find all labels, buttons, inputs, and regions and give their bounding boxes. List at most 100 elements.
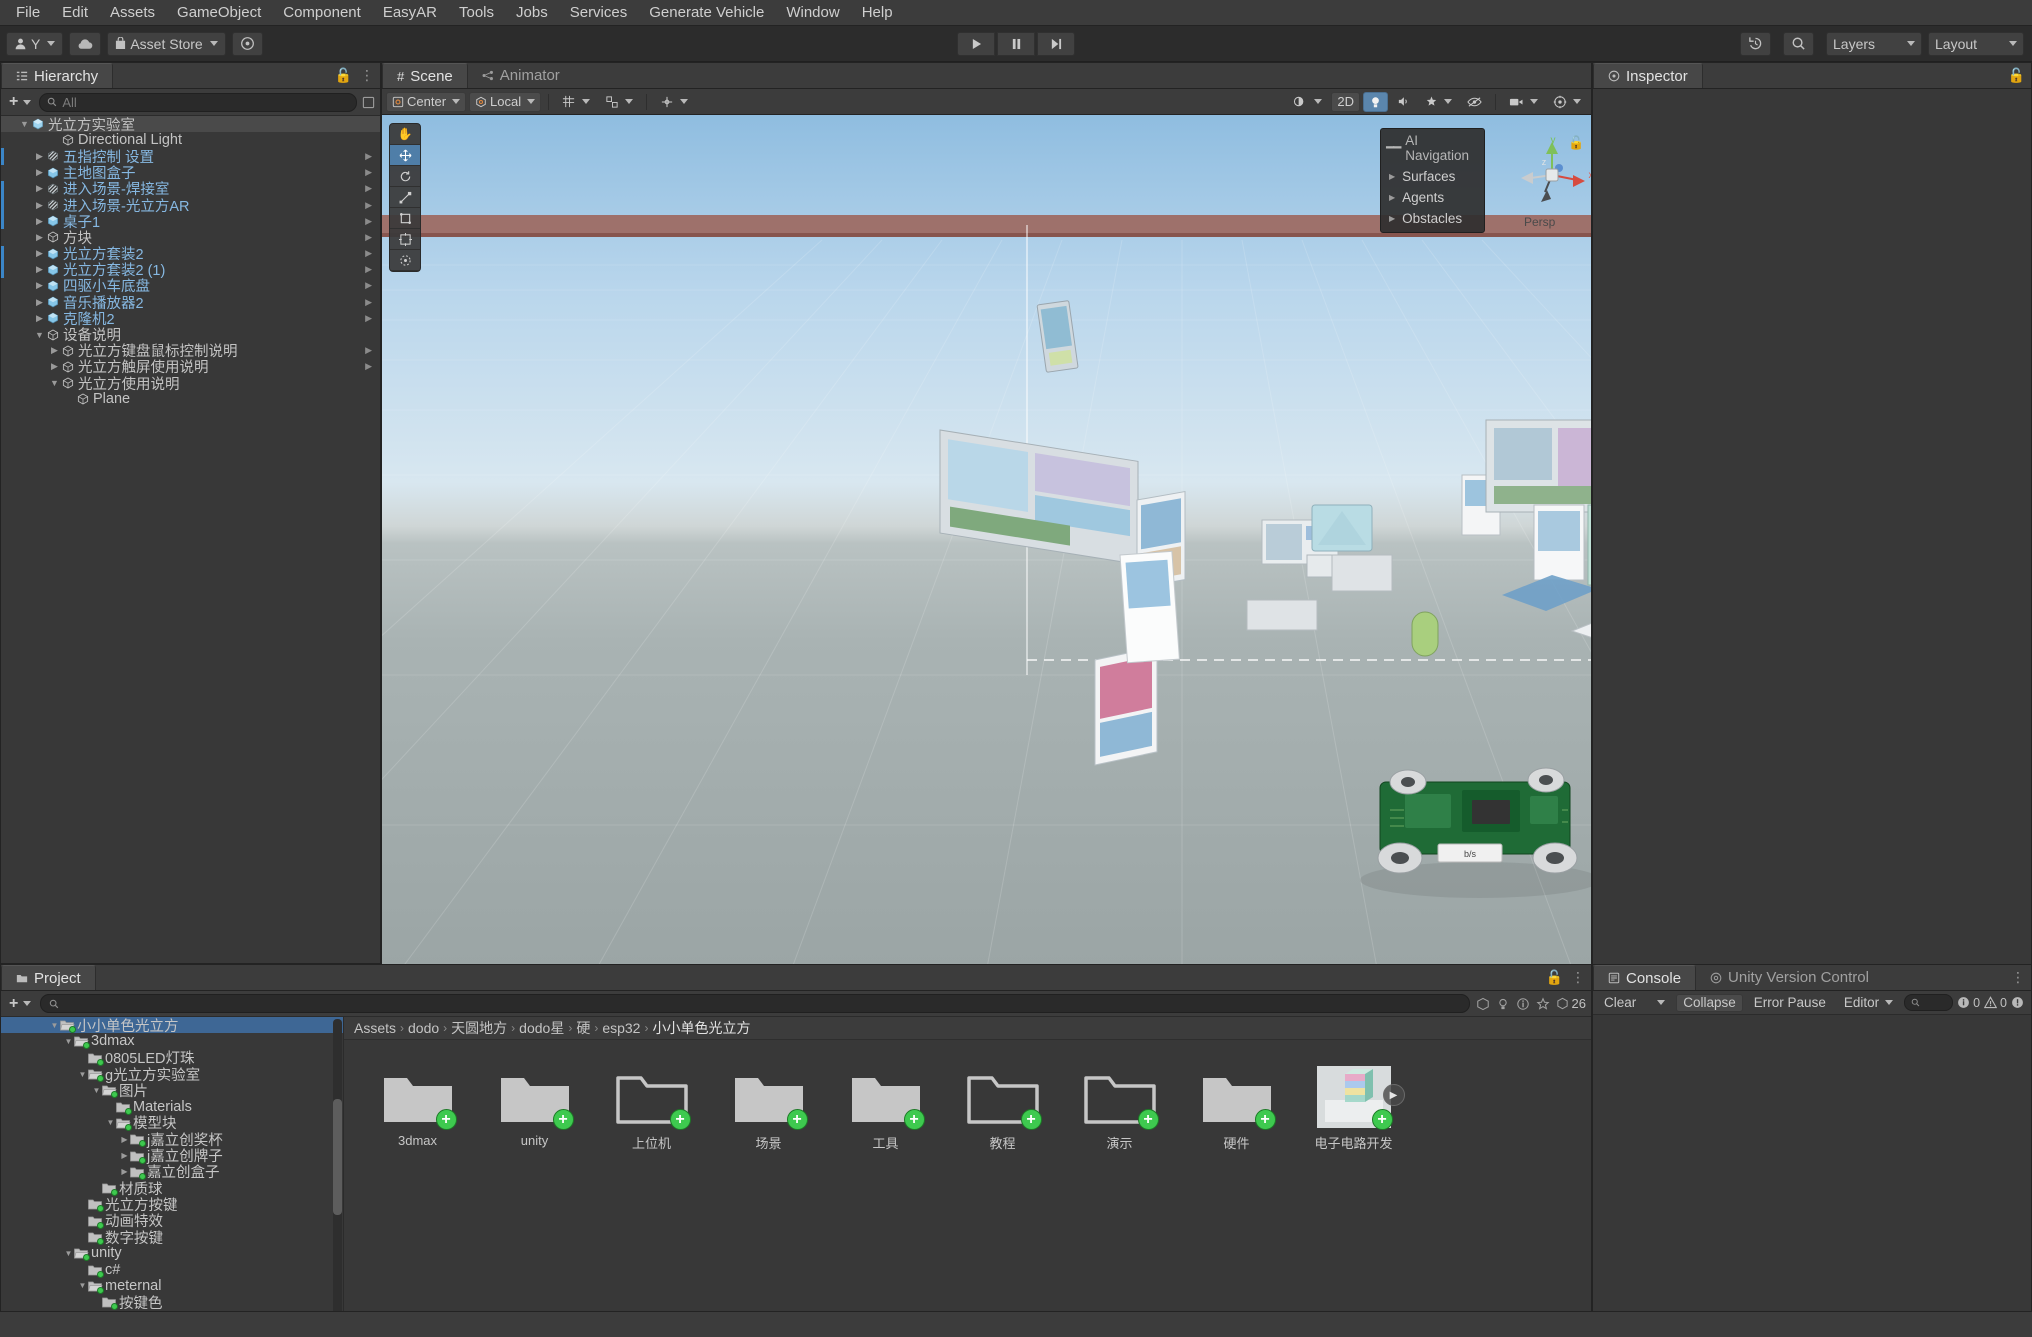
project-tree-item[interactable]: ▼ 图片: [1, 1082, 343, 1100]
ai-nav-item-obstacles[interactable]: ▶ Obstacles: [1381, 208, 1484, 229]
error-pause-button[interactable]: Error Pause: [1747, 994, 1833, 1012]
hierarchy-item[interactable]: ▶ 光立方套装2 ▶: [1, 245, 380, 263]
menu-item-help[interactable]: Help: [851, 2, 904, 23]
row-expand-arrow[interactable]: ▶: [365, 361, 372, 372]
project-tree-item[interactable]: 光立方按键: [1, 1196, 343, 1214]
row-expand-arrow[interactable]: ▶: [365, 200, 372, 211]
chevron-right-icon[interactable]: ▶: [119, 1151, 130, 1160]
chevron-right-icon[interactable]: ▶: [34, 264, 45, 275]
chevron-right-icon[interactable]: ▶: [34, 216, 45, 227]
breadcrumb-item[interactable]: 小小单色光立方: [652, 1018, 750, 1038]
rect-tool[interactable]: [390, 208, 420, 229]
gizmo-lock-icon[interactable]: 🔓: [1568, 135, 1584, 151]
chevron-down-icon[interactable]: ▼: [34, 330, 45, 340]
row-expand-arrow[interactable]: ▶: [365, 167, 372, 178]
step-button[interactable]: [1037, 31, 1075, 56]
breadcrumb-item[interactable]: 天圆地方: [451, 1018, 507, 1038]
layout-dropdown[interactable]: Layout: [1928, 31, 2024, 56]
project-content-grid[interactable]: Assets › dodo › 天圆地方 › dodo星 › 硬 › esp32 › 小小单色光立方 +…: [344, 1017, 1591, 1337]
chevron-down-icon[interactable]: ▼: [77, 1070, 88, 1079]
menu-item-window[interactable]: Window: [775, 2, 850, 23]
ai-nav-item-surfaces[interactable]: ▶ Surfaces: [1381, 166, 1484, 187]
kebab-menu-icon[interactable]: ⋮: [1571, 969, 1585, 986]
play-button[interactable]: [957, 31, 995, 56]
asset-grid-item[interactable]: +3dmax: [366, 1066, 469, 1152]
project-tree-item[interactable]: ▼ meternal: [1, 1278, 343, 1294]
handle-space-button[interactable]: Local: [469, 91, 542, 112]
lock-icon[interactable]: 🔓: [335, 67, 352, 84]
menu-item-easyar[interactable]: EasyAR: [372, 2, 448, 23]
toggle-2d-button[interactable]: 2D: [1331, 91, 1360, 112]
asset-grid-item[interactable]: + 教程: [951, 1066, 1054, 1152]
chevron-down-icon[interactable]: ▼: [91, 1086, 102, 1095]
chevron-down-icon[interactable]: ▼: [105, 1118, 116, 1127]
editor-dropdown[interactable]: Editor: [1837, 994, 1900, 1012]
custom-editor-tool[interactable]: [390, 250, 420, 271]
chevron-right-icon[interactable]: ▶: [34, 200, 45, 211]
shading-mode-button[interactable]: [1287, 92, 1328, 112]
chevron-right-icon[interactable]: ▶: [34, 167, 45, 178]
thumbnail-preview-button[interactable]: ▶: [1382, 1084, 1405, 1106]
menu-item-generate-vehicle[interactable]: Generate Vehicle: [638, 2, 775, 23]
hierarchy-item[interactable]: ▶ 光立方套装2 (1) ▶: [1, 261, 380, 279]
pivot-mode-button[interactable]: Center: [386, 91, 467, 112]
menu-item-assets[interactable]: Assets: [99, 2, 166, 23]
project-tree-scrollbar[interactable]: [333, 1019, 342, 1335]
row-expand-arrow[interactable]: ▶: [365, 345, 372, 356]
pause-button[interactable]: [997, 31, 1035, 56]
asset-grid-item[interactable]: ▶ + 电子电路开发: [1302, 1066, 1405, 1152]
console-search-input[interactable]: [1904, 994, 1954, 1011]
chevron-right-icon[interactable]: ▶: [34, 183, 45, 194]
row-expand-arrow[interactable]: ▶: [365, 183, 372, 194]
project-tree-item[interactable]: c#: [1, 1261, 343, 1278]
chevron-right-icon[interactable]: ▶: [34, 232, 45, 243]
row-expand-arrow[interactable]: ▶: [365, 232, 372, 243]
chevron-right-icon[interactable]: ▶: [49, 361, 60, 372]
row-expand-arrow[interactable]: ▶: [365, 297, 372, 308]
ai-nav-item-agents[interactable]: ▶ Agents: [1381, 187, 1484, 208]
menu-item-gameobject[interactable]: GameObject: [166, 2, 272, 23]
asset-grid-item[interactable]: + 硬件: [1185, 1066, 1288, 1152]
project-search-input[interactable]: [40, 994, 1470, 1013]
hierarchy-item[interactable]: ▶ 进入场景-光立方AR ▶: [1, 196, 380, 215]
asset-grid-item[interactable]: + 演示: [1068, 1066, 1171, 1152]
drag-handle-icon[interactable]: ━━: [1386, 140, 1401, 156]
breadcrumb-item[interactable]: esp32: [602, 1020, 640, 1036]
row-expand-arrow[interactable]: ▶: [365, 151, 372, 162]
chevron-right-icon[interactable]: ▶: [34, 313, 45, 324]
unity-services-button[interactable]: [231, 31, 263, 56]
hierarchy-item[interactable]: ▶ 方块 ▶: [1, 229, 380, 247]
menu-item-services[interactable]: Services: [559, 2, 639, 23]
lock-icon[interactable]: 🔓: [2008, 67, 2025, 84]
project-tree-item[interactable]: ▼ g光立方实验室: [1, 1066, 343, 1084]
tab-console[interactable]: Console: [1593, 965, 1697, 990]
gizmo-persp-label[interactable]: Persp: [1524, 215, 1555, 229]
menu-item-tools[interactable]: Tools: [448, 2, 505, 23]
lock-icon[interactable]: 🔓: [1546, 969, 1563, 986]
add-gameobject-button[interactable]: +: [6, 94, 34, 110]
filter-packages-icon[interactable]: [1476, 997, 1490, 1011]
menu-item-component[interactable]: Component: [272, 2, 372, 23]
kebab-menu-icon[interactable]: ⋮: [360, 67, 374, 84]
asset-grid-item[interactable]: + unity: [483, 1066, 586, 1152]
component-tools-button[interactable]: [654, 92, 694, 112]
tab-inspector[interactable]: Inspector: [1593, 63, 1703, 88]
project-tree-item[interactable]: 按键色: [1, 1294, 343, 1312]
hierarchy-item[interactable]: ▶ 克隆机2 ▶: [1, 310, 380, 328]
hierarchy-item[interactable]: Directional Light: [1, 132, 380, 148]
grid-snap-button[interactable]: [556, 92, 596, 112]
clear-dropdown[interactable]: [1647, 994, 1672, 1012]
tab-scene[interactable]: # Scene: [382, 63, 468, 88]
layers-dropdown[interactable]: Layers: [1826, 31, 1922, 56]
tab-project[interactable]: Project: [1, 965, 96, 990]
log-count-badge[interactable]: 0: [1957, 996, 1980, 1010]
scene-viewport[interactable]: b/s ✋ ━━ AI Navigation ▶ Surfaces ▶ Agen…: [382, 115, 1591, 990]
row-expand-arrow[interactable]: ▶: [365, 216, 372, 227]
scale-tool[interactable]: [390, 187, 420, 208]
project-tree-item[interactable]: ▶ 嘉立创盒子: [1, 1164, 343, 1181]
hierarchy-item[interactable]: ▶ 五指控制 设置 ▶: [1, 148, 380, 166]
hierarchy-tree[interactable]: ▼ 光立方实验室 Directional Light ▶ 五指控制 设置 ▶ ▶ 主地图盒子 ▶…: [1, 116, 380, 961]
hierarchy-filter-icon[interactable]: [362, 96, 375, 109]
breadcrumb-item[interactable]: dodo: [408, 1020, 439, 1036]
kebab-menu-icon[interactable]: ⋮: [2011, 969, 2025, 986]
